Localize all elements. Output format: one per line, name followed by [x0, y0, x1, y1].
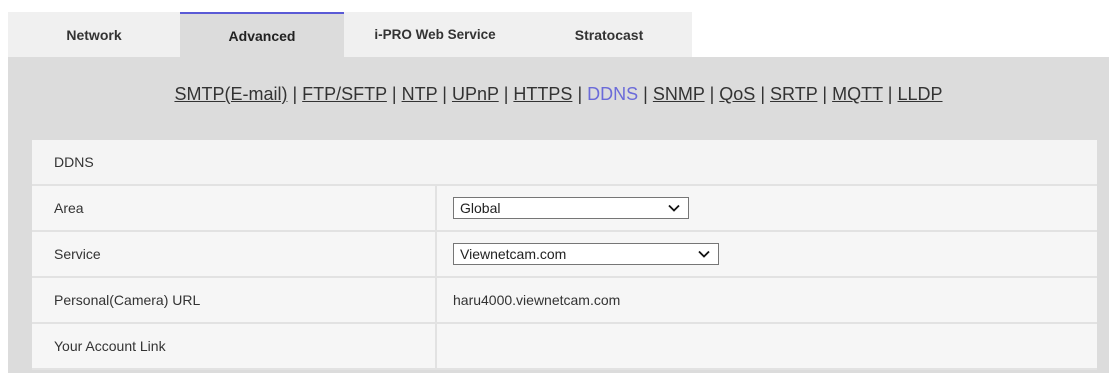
subnav-srtp-link[interactable]: SRTP [770, 84, 817, 104]
subnav-ntp-link[interactable]: NTP [402, 84, 438, 104]
subnav-ddns-current: DDNS [587, 84, 639, 104]
service-select[interactable]: Viewnetcam.com [453, 243, 719, 265]
tab-advanced[interactable]: Advanced [180, 12, 344, 57]
tab-network[interactable]: Network [8, 12, 180, 57]
area-row: Area Global [32, 186, 1097, 232]
subnav-separator: | [887, 84, 893, 104]
subnav-upnp-link[interactable]: UPnP [452, 84, 499, 104]
account-link-value [437, 324, 1097, 368]
subnav-qos-link[interactable]: QoS [719, 84, 755, 104]
account-link-label: Your Account Link [32, 324, 437, 368]
subnav-separator: | [292, 84, 298, 104]
tab-stratocast[interactable]: Stratocast [526, 12, 692, 57]
area-value-cell: Global [437, 186, 1097, 230]
subnav-separator: | [503, 84, 509, 104]
personal-url-row: Personal(Camera) URL haru4000.viewnetcam… [32, 278, 1097, 324]
subnav-separator: | [577, 84, 583, 104]
ddns-settings-table: DDNS Area Global Service Viewnetcam.com [32, 140, 1097, 370]
subnav-smtp-link[interactable]: SMTP(E-mail) [174, 84, 287, 104]
subnav-mqtt-link[interactable]: MQTT [832, 84, 883, 104]
sub-navigation: SMTP(E-mail) | FTP/SFTP | NTP | UPnP | H… [8, 84, 1109, 105]
tab-i-pro-web-service[interactable]: i-PRO Web Service [344, 12, 526, 57]
area-select[interactable]: Global [453, 197, 689, 219]
subnav-lldp-link[interactable]: LLDP [898, 84, 943, 104]
subnav-ftp-link[interactable]: FTP/SFTP [302, 84, 387, 104]
service-label: Service [32, 232, 437, 276]
subnav-separator: | [442, 84, 447, 104]
section-title: DDNS [54, 154, 94, 170]
subnav-https-link[interactable]: HTTPS [513, 84, 572, 104]
service-row: Service Viewnetcam.com [32, 232, 1097, 278]
settings-panel: SMTP(E-mail) | FTP/SFTP | NTP | UPnP | H… [8, 57, 1109, 373]
area-select-value: Global [460, 200, 501, 216]
tab-bar: Network Advanced i-PRO Web Service Strat… [8, 12, 692, 57]
subnav-snmp-link[interactable]: SNMP [653, 84, 705, 104]
subnav-separator: | [643, 84, 648, 104]
chevron-down-icon [698, 248, 710, 260]
section-header-row: DDNS [32, 140, 1097, 186]
personal-url-label: Personal(Camera) URL [32, 278, 437, 322]
subnav-separator: | [760, 84, 766, 104]
subnav-separator: | [391, 84, 397, 104]
service-value-cell: Viewnetcam.com [437, 232, 1097, 276]
account-link-row: Your Account Link [32, 324, 1097, 370]
subnav-separator: | [709, 84, 715, 104]
area-label: Area [32, 186, 437, 230]
service-select-value: Viewnetcam.com [460, 246, 567, 262]
chevron-down-icon [668, 202, 680, 214]
personal-url-value: haru4000.viewnetcam.com [453, 292, 621, 308]
subnav-separator: | [822, 84, 828, 104]
